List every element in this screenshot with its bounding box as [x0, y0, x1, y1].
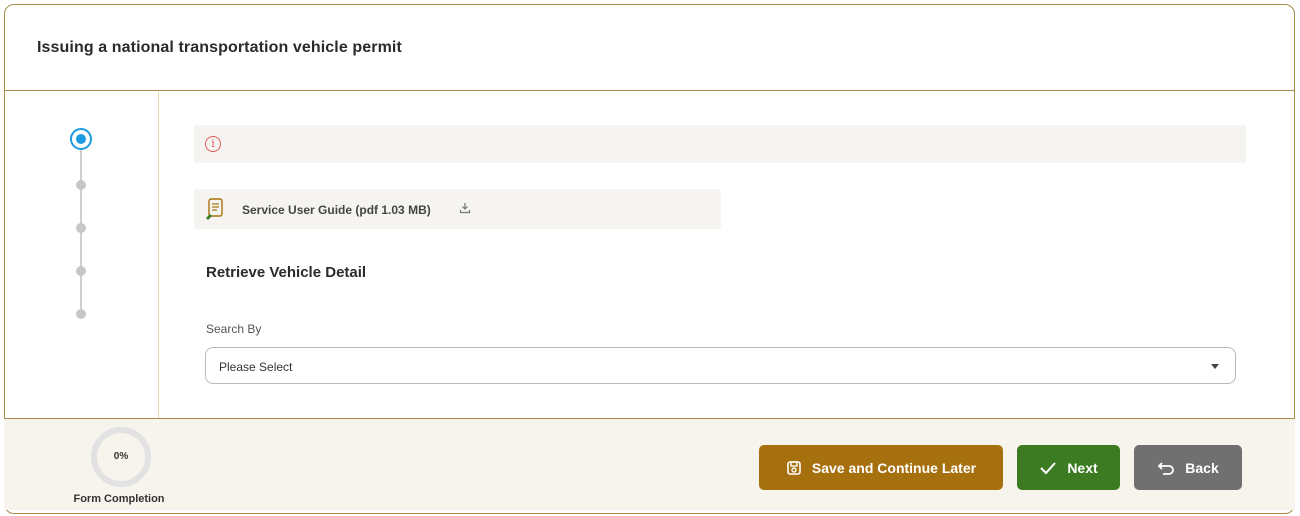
page-title: Issuing a national transportation vehicl…: [37, 39, 402, 56]
progress-percent: 0%: [113, 451, 129, 462]
document-icon: [206, 198, 223, 220]
step-5[interactable]: [76, 309, 86, 319]
save-button-label: Save and Continue Later: [811, 459, 977, 476]
check-icon: [1040, 461, 1057, 474]
search-by-select[interactable]: Please Select: [205, 347, 1236, 384]
form-header: Issuing a national transportation vehicl…: [5, 5, 1294, 91]
download-icon[interactable]: [459, 202, 471, 214]
section-title: Retrieve Vehicle Detail: [206, 264, 367, 281]
back-arrow-icon: [1157, 461, 1175, 475]
service-guide[interactable]: Service User Guide (pdf 1.03 MB): [194, 189, 721, 229]
next-button-label: Next: [1067, 459, 1098, 476]
step-2[interactable]: [76, 180, 86, 190]
form-footer: 0% Form Completion Save and Continue Lat…: [4, 418, 1295, 510]
guide-label[interactable]: Service User Guide (pdf 1.03 MB): [242, 203, 431, 217]
chevron-down-icon: [1211, 364, 1219, 369]
step-4[interactable]: [76, 266, 86, 276]
info-alert: i: [194, 125, 1246, 163]
progress-label: Form Completion: [73, 493, 165, 505]
back-button[interactable]: Back: [1134, 445, 1242, 490]
save-icon: [787, 460, 801, 475]
back-button-label: Back: [1185, 459, 1219, 476]
save-and-continue-later-button[interactable]: Save and Continue Later: [759, 445, 1003, 490]
step-1-active[interactable]: [70, 128, 92, 150]
step-progress: [5, 92, 159, 424]
info-icon: i: [205, 136, 221, 152]
step-3[interactable]: [76, 223, 86, 233]
search-by-label: Search By: [206, 322, 262, 336]
next-button[interactable]: Next: [1017, 445, 1120, 490]
search-by-value: Please Select: [219, 360, 293, 374]
